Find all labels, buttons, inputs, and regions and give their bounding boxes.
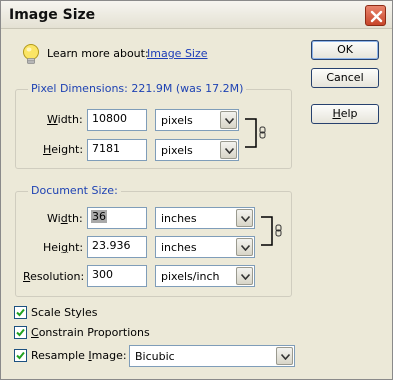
dialog-title: Image Size — [9, 7, 96, 23]
pixel-height-unit-select[interactable]: pixels — [155, 139, 239, 161]
scale-styles-checkbox[interactable] — [14, 306, 27, 319]
help-button[interactable]: Help — [311, 104, 379, 124]
resample-image-label[interactable]: Resample Image: — [31, 349, 127, 362]
doc-height-label: Height: — [43, 241, 84, 254]
resolution-label: Resolution: — [23, 270, 85, 283]
resolution-unit-select[interactable]: pixels/inch — [155, 265, 255, 287]
resolution-unit-value: pixels/inch — [161, 270, 220, 283]
checkmark-icon — [16, 328, 25, 337]
doc-width-value: 36 — [91, 210, 107, 223]
pixel-width-input[interactable]: 10800 — [87, 109, 147, 131]
doc-height-unit-select[interactable]: inches — [155, 236, 255, 258]
cancel-button[interactable]: Cancel — [311, 68, 379, 88]
pixel-width-unit-value: pixels — [161, 114, 193, 127]
doc-width-unit-value: inches — [161, 212, 197, 225]
scale-styles-label[interactable]: Scale Styles — [31, 306, 97, 319]
pixel-width-unit-select[interactable]: pixels — [155, 109, 239, 131]
dropdown-arrow-icon[interactable] — [236, 267, 253, 285]
dropdown-arrow-icon[interactable] — [276, 347, 293, 365]
constrain-proportions-label[interactable]: Constrain Proportions — [31, 326, 150, 339]
resample-method-value: Bicubic — [135, 350, 175, 363]
pixel-dimensions-size: 221.9M (was 17.2M) — [131, 82, 244, 95]
close-button[interactable] — [365, 5, 386, 26]
pixel-dimensions-label: Pixel Dimensions: — [31, 82, 128, 95]
dropdown-arrow-icon[interactable] — [236, 238, 253, 256]
resolution-input[interactable]: 300 — [87, 265, 147, 287]
doc-width-label: Width: — [47, 212, 83, 225]
lightbulb-icon — [23, 44, 39, 64]
resample-image-checkbox[interactable] — [14, 349, 27, 362]
close-icon — [370, 10, 383, 23]
checkmark-icon — [16, 308, 25, 317]
doc-height-input[interactable]: 23.936 — [87, 236, 147, 258]
pixel-chain-link-icon — [245, 118, 266, 148]
dropdown-arrow-icon[interactable] — [220, 141, 237, 159]
document-size-legend: Document Size: — [28, 184, 121, 197]
ok-button[interactable]: OK — [311, 40, 379, 60]
pixel-height-unit-value: pixels — [161, 144, 193, 157]
pixel-height-label: Height: — [43, 143, 84, 156]
checkmark-icon — [16, 351, 25, 360]
pixel-width-label: Width: — [47, 113, 83, 126]
pixel-dimensions-legend: Pixel Dimensions: 221.9M (was 17.2M) — [28, 82, 247, 95]
title-bar[interactable]: Image Size — [1, 1, 392, 29]
doc-width-unit-select[interactable]: inches — [155, 207, 255, 229]
dropdown-arrow-icon[interactable] — [236, 209, 253, 227]
help-tip-text: Learn more about: — [47, 47, 149, 60]
dropdown-arrow-icon[interactable] — [220, 111, 237, 129]
doc-width-input[interactable]: 36 — [87, 207, 147, 229]
resample-method-select[interactable]: Bicubic — [129, 345, 295, 367]
constrain-proportions-checkbox[interactable] — [14, 326, 27, 339]
help-tip-link[interactable]: Image Size — [147, 47, 208, 60]
doc-chain-link-icon — [261, 216, 282, 246]
pixel-height-input[interactable]: 7181 — [87, 139, 147, 161]
image-size-dialog: Image Size Learn more about: Image Size … — [0, 0, 393, 380]
doc-height-unit-value: inches — [161, 241, 197, 254]
